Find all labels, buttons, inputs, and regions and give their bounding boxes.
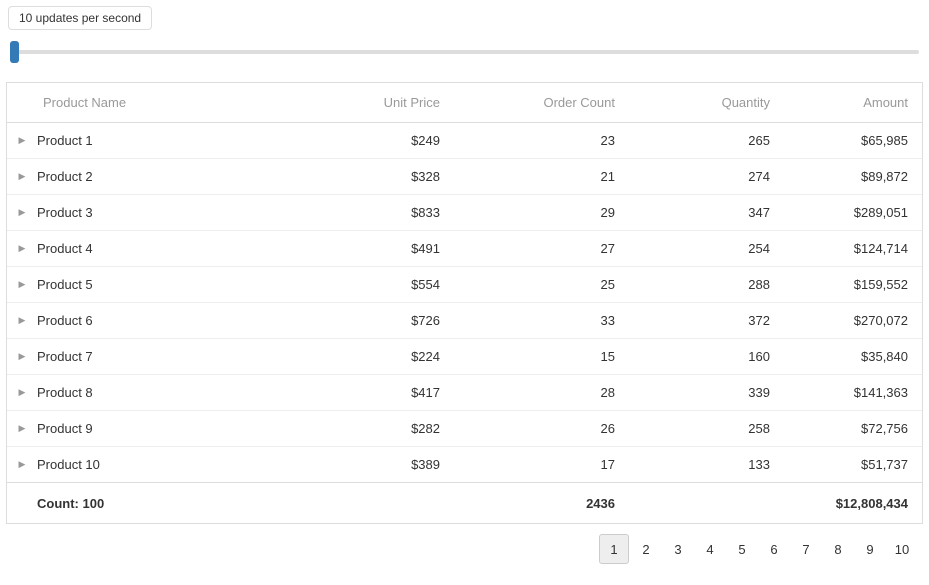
table-row: ▶Product 7$22415160$35,840 <box>7 339 922 375</box>
cell-unit-price: $224 <box>299 349 454 364</box>
page-button[interactable]: 4 <box>695 534 725 564</box>
cell-order-count: 23 <box>454 133 629 148</box>
cell-amount: $270,072 <box>784 313 922 328</box>
cell-order-count: 21 <box>454 169 629 184</box>
header-product-name[interactable]: Product Name <box>37 95 299 110</box>
cell-product-name: Product 7 <box>37 349 299 364</box>
table-row: ▶Product 9$28226258$72,756 <box>7 411 922 447</box>
cell-unit-price: $282 <box>299 421 454 436</box>
cell-order-count: 29 <box>454 205 629 220</box>
cell-order-count: 15 <box>454 349 629 364</box>
page-button[interactable]: 6 <box>759 534 789 564</box>
expand-icon[interactable]: ▶ <box>7 243 37 254</box>
cell-amount: $35,840 <box>784 349 922 364</box>
product-grid: Product Name Unit Price Order Count Quan… <box>6 82 923 524</box>
cell-product-name: Product 1 <box>37 133 299 148</box>
cell-amount: $124,714 <box>784 241 922 256</box>
header-amount[interactable]: Amount <box>784 95 922 110</box>
cell-unit-price: $417 <box>299 385 454 400</box>
cell-unit-price: $726 <box>299 313 454 328</box>
expand-icon[interactable]: ▶ <box>7 459 37 470</box>
table-row: ▶Product 5$55425288$159,552 <box>7 267 922 303</box>
page-button[interactable]: 8 <box>823 534 853 564</box>
expand-icon[interactable]: ▶ <box>7 387 37 398</box>
cell-quantity: 288 <box>629 277 784 292</box>
cell-unit-price: $491 <box>299 241 454 256</box>
header-quantity[interactable]: Quantity <box>629 95 784 110</box>
cell-quantity: 339 <box>629 385 784 400</box>
cell-amount: $289,051 <box>784 205 922 220</box>
cell-quantity: 258 <box>629 421 784 436</box>
expand-icon[interactable]: ▶ <box>7 423 37 434</box>
cell-unit-price: $328 <box>299 169 454 184</box>
footer-count: Count: 100 <box>37 496 299 511</box>
cell-order-count: 28 <box>454 385 629 400</box>
table-row: ▶Product 2$32821274$89,872 <box>7 159 922 195</box>
page-button[interactable]: 5 <box>727 534 757 564</box>
cell-product-name: Product 9 <box>37 421 299 436</box>
cell-product-name: Product 10 <box>37 457 299 472</box>
cell-quantity: 265 <box>629 133 784 148</box>
expand-icon[interactable]: ▶ <box>7 171 37 182</box>
page-button[interactable]: 9 <box>855 534 885 564</box>
page-button[interactable]: 7 <box>791 534 821 564</box>
slider-thumb[interactable] <box>10 41 19 63</box>
expand-icon[interactable]: ▶ <box>7 207 37 218</box>
page-button[interactable]: 1 <box>599 534 629 564</box>
cell-quantity: 133 <box>629 457 784 472</box>
cell-quantity: 347 <box>629 205 784 220</box>
cell-unit-price: $554 <box>299 277 454 292</box>
expand-icon[interactable]: ▶ <box>7 135 37 146</box>
expand-icon[interactable]: ▶ <box>7 315 37 326</box>
footer-amount-total: $12,808,434 <box>784 496 922 511</box>
footer-orders-total: 2436 <box>454 496 629 511</box>
cell-amount: $89,872 <box>784 169 922 184</box>
cell-amount: $141,363 <box>784 385 922 400</box>
slider-track <box>10 50 919 54</box>
cell-quantity: 274 <box>629 169 784 184</box>
header-unit-price[interactable]: Unit Price <box>299 95 454 110</box>
cell-order-count: 33 <box>454 313 629 328</box>
cell-order-count: 25 <box>454 277 629 292</box>
cell-product-name: Product 5 <box>37 277 299 292</box>
header-order-count[interactable]: Order Count <box>454 95 629 110</box>
expand-icon[interactable]: ▶ <box>7 279 37 290</box>
pager: 12345678910 <box>6 524 923 570</box>
cell-order-count: 27 <box>454 241 629 256</box>
cell-quantity: 160 <box>629 349 784 364</box>
cell-amount: $51,737 <box>784 457 922 472</box>
cell-quantity: 254 <box>629 241 784 256</box>
table-row: ▶Product 1$24923265$65,985 <box>7 123 922 159</box>
page-button[interactable]: 2 <box>631 534 661 564</box>
table-row: ▶Product 6$72633372$270,072 <box>7 303 922 339</box>
grid-footer-row: Count: 100 2436 $12,808,434 <box>7 483 922 523</box>
cell-amount: $72,756 <box>784 421 922 436</box>
cell-order-count: 17 <box>454 457 629 472</box>
page-button[interactable]: 3 <box>663 534 693 564</box>
cell-product-name: Product 3 <box>37 205 299 220</box>
cell-unit-price: $833 <box>299 205 454 220</box>
table-row: ▶Product 8$41728339$141,363 <box>7 375 922 411</box>
slider-label: 10 updates per second <box>8 6 152 30</box>
cell-amount: $65,985 <box>784 133 922 148</box>
cell-product-name: Product 6 <box>37 313 299 328</box>
cell-unit-price: $389 <box>299 457 454 472</box>
cell-unit-price: $249 <box>299 133 454 148</box>
page-button[interactable]: 10 <box>887 534 917 564</box>
expand-icon[interactable]: ▶ <box>7 351 37 362</box>
cell-product-name: Product 4 <box>37 241 299 256</box>
table-row: ▶Product 3$83329347$289,051 <box>7 195 922 231</box>
cell-quantity: 372 <box>629 313 784 328</box>
cell-product-name: Product 2 <box>37 169 299 184</box>
cell-amount: $159,552 <box>784 277 922 292</box>
table-row: ▶Product 10$38917133$51,737 <box>7 447 922 483</box>
cell-product-name: Product 8 <box>37 385 299 400</box>
cell-order-count: 26 <box>454 421 629 436</box>
grid-header-row: Product Name Unit Price Order Count Quan… <box>7 83 922 123</box>
table-row: ▶Product 4$49127254$124,714 <box>7 231 922 267</box>
update-rate-slider[interactable] <box>10 40 919 64</box>
